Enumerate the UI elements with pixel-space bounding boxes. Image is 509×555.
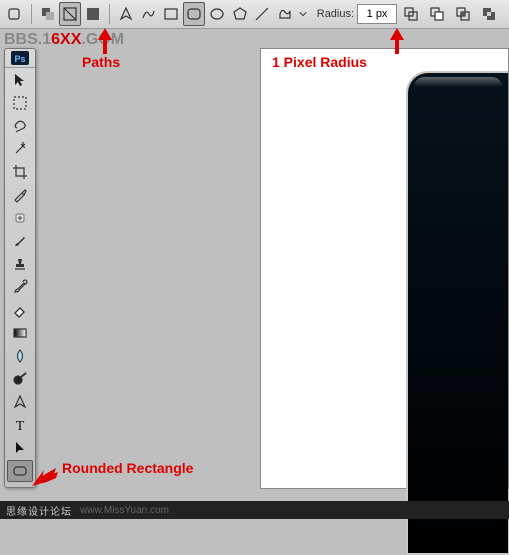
pen-tool-icon[interactable] — [7, 391, 33, 413]
footer-bar: 思缘设计论坛 www.MissYuan.com — [0, 501, 509, 519]
arrow-icon — [96, 28, 114, 54]
footer-url: www.MissYuan.com — [80, 505, 169, 516]
dodge-tool-icon[interactable] — [7, 368, 33, 390]
add-to-path-icon[interactable] — [399, 2, 423, 26]
intersect-path-icon[interactable] — [451, 2, 475, 26]
eyedropper-tool-icon[interactable] — [7, 184, 33, 206]
tools-panel: Ps T — [4, 48, 36, 488]
annotation-rounded-rect: Rounded Rectangle — [62, 460, 193, 476]
brush-tool-icon[interactable] — [7, 230, 33, 252]
svg-text:Ps: Ps — [14, 54, 25, 64]
marquee-tool-icon[interactable] — [7, 92, 33, 114]
shape-layers-mode-icon[interactable] — [37, 2, 59, 26]
history-brush-tool-icon[interactable] — [7, 276, 33, 298]
path-selection-tool-icon[interactable] — [7, 437, 33, 459]
arrow-icon — [32, 462, 58, 486]
path-operations-group — [399, 2, 501, 26]
annotation-paths: Paths — [82, 54, 120, 70]
gradient-tool-icon[interactable] — [7, 322, 33, 344]
eraser-tool-icon[interactable] — [7, 299, 33, 321]
exclude-path-icon[interactable] — [477, 2, 501, 26]
arrow-icon — [388, 28, 406, 54]
move-tool-icon[interactable] — [7, 69, 33, 91]
fill-pixels-mode-icon[interactable] — [82, 2, 104, 26]
rounded-rectangle-shape-icon[interactable] — [183, 2, 205, 26]
footer-text: 思缘设计论坛 — [6, 503, 72, 518]
rounded-rectangle-tool-icon[interactable] — [7, 460, 33, 482]
pen-icon[interactable] — [115, 2, 137, 26]
svg-text:T: T — [16, 419, 25, 433]
photoshop-logo-icon: Ps — [5, 49, 35, 68]
line-shape-icon[interactable] — [251, 2, 273, 26]
rectangle-shape-icon[interactable] — [160, 2, 182, 26]
stamp-tool-icon[interactable] — [7, 253, 33, 275]
radius-label: Radius: — [317, 8, 354, 20]
shape-options-dropdown-icon[interactable] — [297, 2, 310, 26]
tool-preset-picker[interactable] — [4, 2, 26, 26]
healing-brush-tool-icon[interactable] — [7, 207, 33, 229]
polygon-shape-icon[interactable] — [229, 2, 251, 26]
radius-input[interactable] — [357, 4, 397, 24]
options-bar: Radius: — [0, 0, 509, 29]
paths-mode-icon[interactable] — [59, 2, 81, 26]
blur-tool-icon[interactable] — [7, 345, 33, 367]
subtract-from-path-icon[interactable] — [425, 2, 449, 26]
annotation-radius: 1 Pixel Radius — [272, 54, 367, 70]
artwork-rounded-rect — [406, 71, 508, 555]
wand-tool-icon[interactable] — [7, 138, 33, 160]
ellipse-shape-icon[interactable] — [206, 2, 228, 26]
lasso-tool-icon[interactable] — [7, 115, 33, 137]
crop-tool-icon[interactable] — [7, 161, 33, 183]
document-canvas[interactable] — [260, 48, 509, 489]
freeform-pen-icon[interactable] — [138, 2, 160, 26]
custom-shape-icon[interactable] — [274, 2, 296, 26]
type-tool-icon[interactable]: T — [7, 414, 33, 436]
